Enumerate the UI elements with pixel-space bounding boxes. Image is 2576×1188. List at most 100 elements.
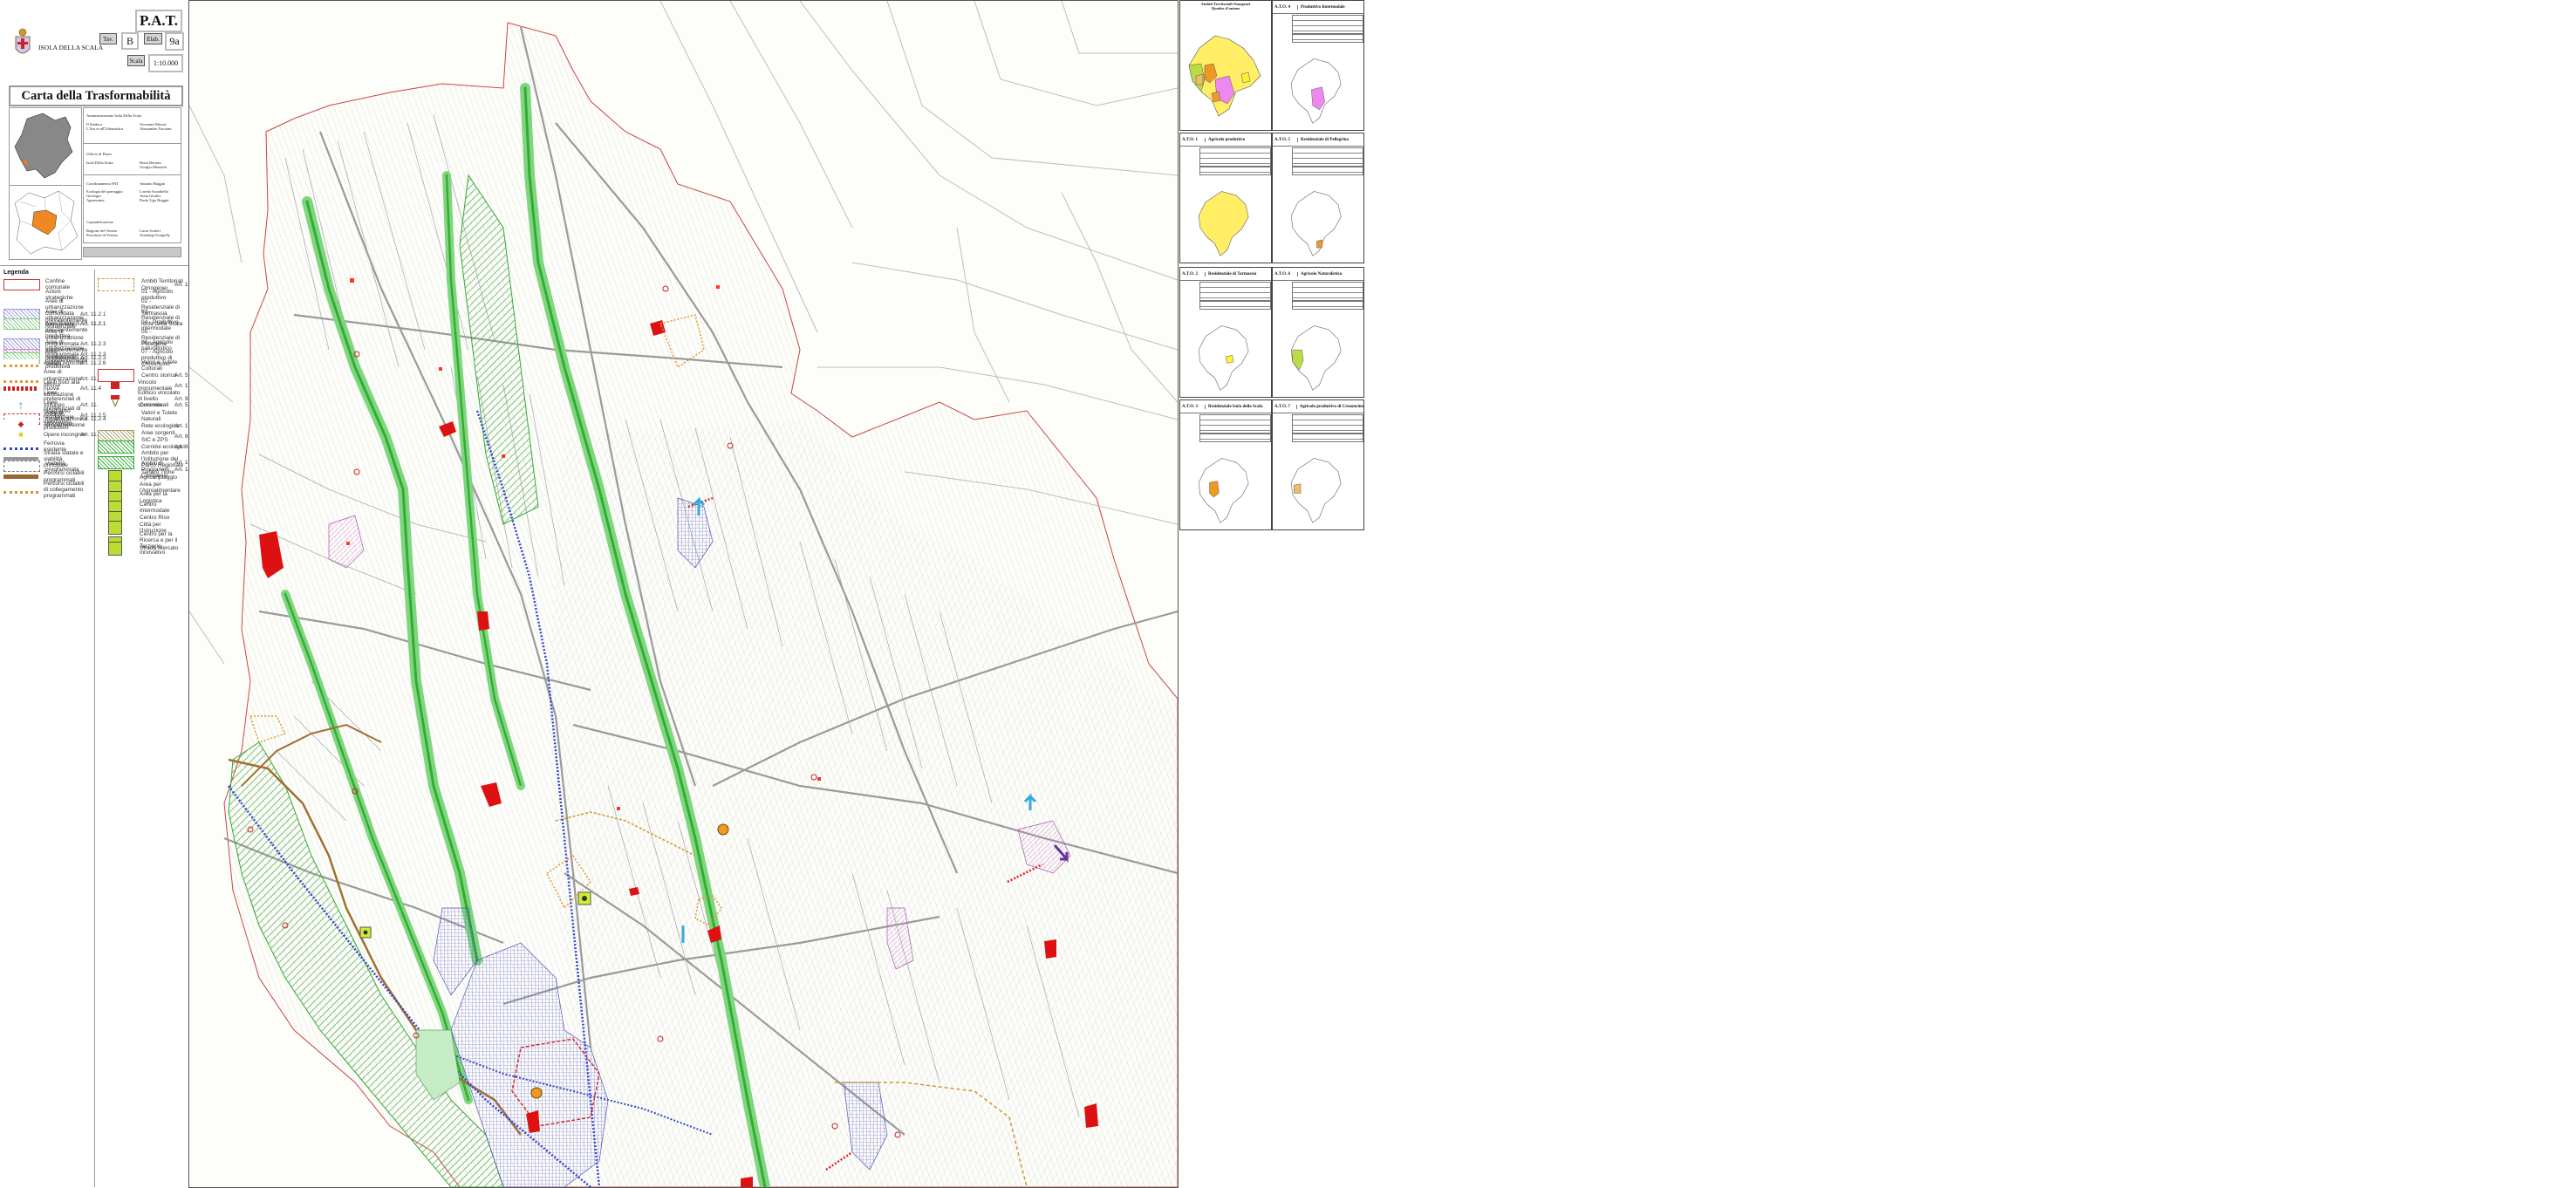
- ato-panel: A.T.O. 3 Residenziale Isola della Scala: [1179, 399, 1272, 530]
- ato-number: A.T.O. 7: [1273, 404, 1297, 409]
- ato-panel-title: Ambiti Territoriali Omogenei Quadro d'un…: [1200, 2, 1251, 10]
- credit-role: Coordinamento PAT: [86, 181, 119, 186]
- legend-panel: Legenda Confine comunale Azioni strategic…: [0, 265, 201, 1187]
- ato-territory: [1290, 191, 1342, 256]
- legend-swatch: [3, 442, 38, 451]
- credit-role: Amministrazione Isola Della Scala: [86, 113, 141, 118]
- map-canvas[interactable]: [189, 1, 1178, 1187]
- legend-label: Percorsi ciclabili di collegamento progr…: [44, 481, 85, 500]
- ato-name: Produttivo Intermodale: [1301, 4, 1345, 10]
- ato-sign: [717, 823, 729, 836]
- ato-panel: A.T.O. 5 Residenziale di Pellegrina: [1272, 133, 1364, 263]
- credit-role: Ecologia del paesaggio Geologia Agronomi…: [86, 189, 123, 202]
- legend-label: Strada Mercato: [140, 545, 179, 552]
- ato-dimension-table: [1199, 282, 1271, 301]
- legend-item: ■ Opere incongrue Art. 11.5: [3, 430, 101, 440]
- cartouche-bar: [83, 247, 181, 257]
- credit-role: Copianificazione: [86, 220, 113, 224]
- ato-highlight: [1294, 483, 1302, 494]
- ato-summary-table: [1292, 434, 1363, 442]
- ato-summary-table: [1199, 434, 1271, 442]
- credit-role: Isola Della Scala: [86, 160, 113, 165]
- elab-label: Elab.: [147, 35, 160, 43]
- elab-value-box: 9a: [165, 32, 184, 51]
- tav-value-box: B: [121, 32, 139, 50]
- ato-panels: Ambiti Territoriali Omogenei Quadro d'un…: [1179, 0, 2576, 1186]
- ato-panel-overview: Ambiti Territoriali Omogenei Quadro d'un…: [1179, 0, 1272, 131]
- ato-dimension-table: [1292, 15, 1363, 34]
- ato-number: A.T.O. 3: [1180, 404, 1206, 409]
- ato-dimension-table: [1292, 414, 1363, 434]
- scala-label-box: Scala: [127, 55, 145, 66]
- ato-panel: A.T.O. 2 Residenziale di Tarmassia: [1179, 267, 1272, 398]
- scala-label: Scala: [129, 57, 143, 65]
- legend-title: Legenda: [3, 270, 29, 276]
- scala-value-box: 1:10.000: [148, 54, 183, 72]
- ato-summary-table: [1199, 167, 1271, 175]
- credit-names: Loredo Scarabello Anna Giudici Paolo Ugo…: [140, 189, 169, 202]
- legend-item: Percorsi ciclabili di collegamento progr…: [3, 481, 94, 499]
- ato-panel: A.T.O. 4 Produttivo Intermodale: [1272, 0, 1364, 131]
- ato-name: Residenziale di Tarmassia: [1208, 271, 1257, 277]
- credit-names: Giovanni Miozzi Alessandro Facciani: [140, 122, 172, 131]
- ato-name: Agricolo Naturalistico: [1301, 271, 1343, 277]
- legend-swatch: ■: [3, 430, 38, 440]
- ato-map: [1290, 458, 1342, 523]
- plan-code-box: P.A.T.: [135, 10, 182, 32]
- legend-swatch: [3, 475, 38, 480]
- credit-names: Berto Bertaso Giorgio Monachi: [140, 160, 167, 169]
- ato-dimension-table: [1292, 147, 1363, 167]
- ato-overview-map: [1188, 35, 1261, 117]
- ato-summary-table: [1199, 301, 1271, 310]
- ato-map: [1290, 191, 1342, 256]
- credit-role: Il Sindaco L'Ass.re all'Urbanistica: [86, 122, 124, 131]
- legend-swatch: [108, 541, 122, 556]
- ato-territory: [1198, 458, 1249, 523]
- ato-name: Residenziale di Pellegrina: [1301, 137, 1349, 142]
- map-title: Carta della Trasformabilità: [21, 88, 171, 103]
- locator-map-region: [9, 107, 82, 186]
- locator-map-province: [9, 185, 82, 260]
- ato-number: A.T.O. 5: [1273, 137, 1298, 142]
- ato-number: A.T.O. 6: [1273, 271, 1298, 277]
- legend-label: Centro Riso: [140, 515, 170, 522]
- tav-label: Tav.: [103, 35, 113, 43]
- ato-panel: A.T.O. 7 Agricolo produttivo di Crosoncin…: [1272, 399, 1364, 530]
- elab-label-box: Elab.: [144, 33, 162, 44]
- ato-dimension-table: [1199, 414, 1271, 434]
- credit-role: Ufficio di Piano: [86, 152, 112, 156]
- legend-swatch: [111, 382, 120, 390]
- ato-panel: A.T.O. 6 Agricolo Naturalistico: [1272, 267, 1364, 398]
- ato-panel: A.T.O. 1 Agricolo produttivo: [1179, 133, 1272, 263]
- coat-of-arms-icon: [14, 28, 31, 58]
- legend-item: ◆ Allevamenti: [3, 420, 94, 430]
- tav-value: B: [126, 34, 133, 47]
- ato-name: Agricolo produttivo di Crosoncino: [1299, 404, 1363, 409]
- legend-swatch: [3, 486, 38, 495]
- credits-panel: Amministrazione Isola Della Scala Il Sin…: [83, 107, 181, 243]
- ato-number: A.T.O. 2: [1180, 271, 1206, 277]
- legend-label: Allevamenti: [44, 421, 73, 428]
- tav-label-box: Tav.: [99, 33, 117, 44]
- ato-dimension-table: [1292, 282, 1363, 301]
- ato-name: Residenziale Isola della Scala: [1208, 404, 1263, 409]
- ato-sign: [530, 1087, 543, 1099]
- ato-territory: [1198, 325, 1249, 391]
- ato-map: [1198, 458, 1249, 523]
- ato-highlight: [1316, 239, 1322, 249]
- legend-item: Ambito Agricolo Art. 11.2.6: [3, 358, 106, 367]
- credit-names: Antonio Buggin: [140, 181, 166, 186]
- credit-role: Regione del Veneto Provincia di Verona: [86, 229, 118, 237]
- ato-summary-table: [1292, 34, 1363, 43]
- ato-highlight: [1225, 355, 1234, 364]
- ato-number: A.T.O. 1: [1180, 137, 1206, 142]
- municipality-name: ISOLA DELLA SCALA: [38, 44, 104, 51]
- ato-name: Agricolo produttivo: [1208, 137, 1246, 142]
- plan-code: P.A.T.: [140, 12, 178, 29]
- scala-value: 1:10.000: [153, 59, 179, 67]
- ato-territory: [1198, 191, 1249, 256]
- elab-value: 9a: [169, 35, 180, 47]
- legend-swatch: [3, 358, 38, 367]
- legend-item: Strada Mercato: [98, 541, 188, 556]
- title-box: Carta della Trasformabilità: [9, 85, 183, 106]
